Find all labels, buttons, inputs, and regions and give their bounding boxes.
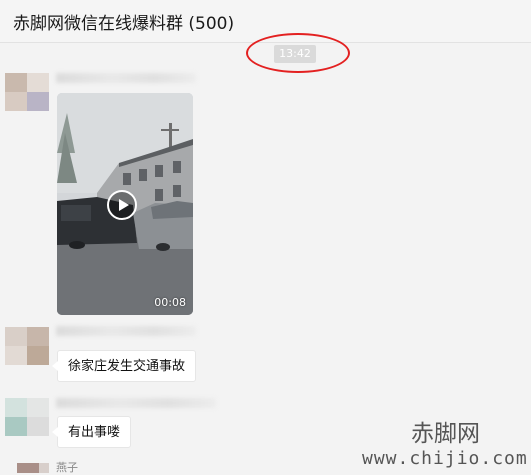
watermark-url: www.chijio.com xyxy=(362,448,528,469)
watermark-logo-text: 赤脚网 xyxy=(411,421,480,447)
chat-title: 赤脚网微信在线爆料群 (500) xyxy=(13,14,235,34)
avatar[interactable] xyxy=(5,327,49,365)
annotation-circle xyxy=(246,33,350,73)
avatar[interactable] xyxy=(5,463,49,473)
video-duration: 00:08 xyxy=(154,296,186,309)
avatar[interactable] xyxy=(5,398,49,436)
sender-name-blurred xyxy=(56,326,196,336)
sender-name-blurred xyxy=(56,398,216,408)
sender-name-blurred xyxy=(56,73,196,83)
avatar[interactable] xyxy=(5,73,49,111)
message-bubble[interactable]: 有出事喽 xyxy=(51,416,132,448)
play-icon[interactable] xyxy=(107,190,137,220)
message-bubble[interactable]: 徐家庄发生交通事故 xyxy=(51,350,197,382)
video-message[interactable]: 00:08 xyxy=(57,93,193,315)
